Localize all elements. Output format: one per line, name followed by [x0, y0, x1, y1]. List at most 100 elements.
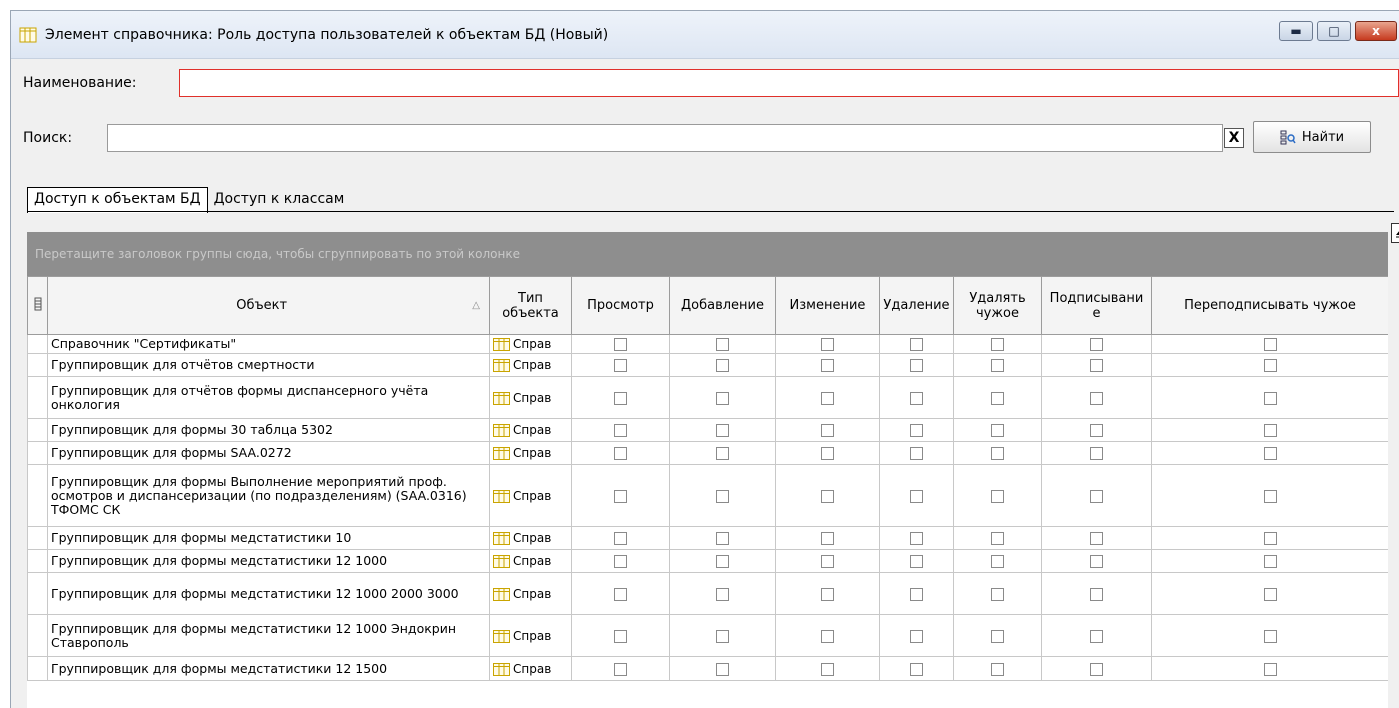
add-checkbox[interactable] — [716, 338, 729, 351]
add-checkbox[interactable] — [716, 587, 729, 601]
column-header-view[interactable]: Просмотр — [571, 276, 670, 335]
column-header-sign[interactable]: Подписывани е — [1041, 276, 1152, 335]
sign-checkbox[interactable] — [1090, 391, 1103, 405]
table-row[interactable]: Группировщик для формы медстатистики 12 … — [27, 656, 1388, 681]
delete-checkbox[interactable] — [910, 359, 923, 372]
column-header-type[interactable]: Тип объекта — [489, 276, 572, 335]
resign-others-checkbox[interactable] — [1263, 662, 1277, 676]
column-header-delete-others[interactable]: Удалять чужое — [953, 276, 1042, 335]
view-checkbox[interactable] — [614, 489, 627, 503]
delete-checkbox[interactable] — [910, 447, 923, 460]
table-row[interactable]: Группировщик для формы медстатистики 12 … — [27, 614, 1388, 657]
object-cell[interactable]: Группировщик для формы медстатистики 12 … — [47, 549, 490, 573]
sign-checkbox[interactable] — [1090, 555, 1103, 568]
table-row[interactable]: Группировщик для формы SAA.0272 Справ — [27, 441, 1388, 465]
row-selector[interactable] — [27, 572, 48, 615]
delete-checkbox[interactable] — [910, 555, 923, 568]
edit-checkbox[interactable] — [821, 532, 834, 545]
view-checkbox[interactable] — [614, 391, 627, 405]
resign-others-checkbox[interactable] — [1263, 532, 1277, 545]
type-cell[interactable]: Справ — [489, 526, 572, 550]
delete-others-checkbox[interactable] — [991, 629, 1004, 643]
resign-others-checkbox[interactable] — [1263, 555, 1277, 568]
edit-checkbox[interactable] — [821, 447, 834, 460]
add-checkbox[interactable] — [716, 629, 729, 643]
tab-classes[interactable]: Доступ к классам — [207, 187, 351, 213]
delete-checkbox[interactable] — [910, 662, 923, 676]
object-cell[interactable]: Группировщик для формы Выполнение меропр… — [47, 464, 490, 527]
add-checkbox[interactable] — [716, 359, 729, 372]
type-cell[interactable]: Справ — [489, 441, 572, 465]
object-cell[interactable]: Группировщик для формы медстатистики 12 … — [47, 572, 490, 615]
add-checkbox[interactable] — [716, 424, 729, 437]
object-cell[interactable]: Группировщик для формы 30 таблца 5302 — [47, 418, 490, 442]
sign-checkbox[interactable] — [1090, 338, 1103, 351]
table-row[interactable]: Группировщик для формы медстатистики 12 … — [27, 549, 1388, 573]
clear-search-button[interactable]: X — [1224, 128, 1244, 148]
sign-checkbox[interactable] — [1090, 489, 1103, 503]
view-checkbox[interactable] — [614, 532, 627, 545]
delete-checkbox[interactable] — [910, 587, 923, 601]
sign-checkbox[interactable] — [1090, 532, 1103, 545]
edit-checkbox[interactable] — [821, 391, 834, 405]
search-input[interactable] — [107, 124, 1223, 152]
delete-others-checkbox[interactable] — [991, 662, 1004, 676]
edit-checkbox[interactable] — [821, 555, 834, 568]
close-button[interactable]: x — [1355, 21, 1397, 41]
add-checkbox[interactable] — [716, 662, 729, 676]
add-checkbox[interactable] — [716, 447, 729, 460]
type-cell[interactable]: Справ — [489, 376, 572, 419]
edit-checkbox[interactable] — [821, 424, 834, 437]
column-header-edit[interactable]: Изменение — [775, 276, 880, 335]
table-row[interactable]: Группировщик для формы медстатистики 10 С… — [27, 526, 1388, 550]
object-cell[interactable]: Группировщик для отчётов смертности — [47, 353, 490, 377]
find-button[interactable]: Найти — [1253, 121, 1371, 153]
resign-others-checkbox[interactable] — [1263, 338, 1277, 351]
group-by-panel[interactable]: Перетащите заголовок группы сюда, чтобы … — [27, 232, 1388, 276]
title-bar[interactable]: Элемент справочника: Роль доступа пользо… — [11, 11, 1399, 59]
delete-others-checkbox[interactable] — [991, 359, 1004, 372]
row-selector[interactable] — [27, 464, 48, 527]
row-selector[interactable] — [27, 376, 48, 419]
edit-checkbox[interactable] — [821, 662, 834, 676]
delete-checkbox[interactable] — [910, 532, 923, 545]
edit-checkbox[interactable] — [821, 338, 834, 351]
table-row[interactable]: Группировщик для формы 30 таблца 5302 Спр… — [27, 418, 1388, 442]
object-cell[interactable]: Группировщик для формы медстатистики 10 — [47, 526, 490, 550]
edit-checkbox[interactable] — [821, 629, 834, 643]
view-checkbox[interactable] — [614, 447, 627, 460]
row-selector[interactable] — [27, 353, 48, 377]
sign-checkbox[interactable] — [1090, 447, 1103, 460]
resign-others-checkbox[interactable] — [1263, 424, 1277, 437]
edit-checkbox[interactable] — [821, 587, 834, 601]
delete-checkbox[interactable] — [910, 391, 923, 405]
row-selector[interactable] — [27, 418, 48, 442]
type-cell[interactable]: Справ — [489, 572, 572, 615]
sign-checkbox[interactable] — [1090, 587, 1103, 601]
type-cell[interactable]: Справ — [489, 656, 572, 681]
resign-others-checkbox[interactable] — [1263, 587, 1277, 601]
scroll-up-button[interactable] — [1391, 223, 1399, 243]
view-checkbox[interactable] — [614, 338, 627, 351]
column-header-delete[interactable]: Удаление — [879, 276, 954, 335]
add-checkbox[interactable] — [716, 555, 729, 568]
delete-checkbox[interactable] — [910, 338, 923, 351]
delete-others-checkbox[interactable] — [991, 391, 1004, 405]
column-header-add[interactable]: Добавление — [669, 276, 776, 335]
row-selector[interactable] — [27, 334, 48, 354]
add-checkbox[interactable] — [716, 391, 729, 405]
view-checkbox[interactable] — [614, 587, 627, 601]
delete-checkbox[interactable] — [910, 629, 923, 643]
view-checkbox[interactable] — [614, 359, 627, 372]
delete-others-checkbox[interactable] — [991, 587, 1004, 601]
table-row[interactable]: Группировщик для формы медстатистики 12 … — [27, 572, 1388, 615]
sign-checkbox[interactable] — [1090, 629, 1103, 643]
type-cell[interactable]: Справ — [489, 418, 572, 442]
table-row[interactable]: Группировщик для отчётов формы диспансер… — [27, 376, 1388, 419]
type-cell[interactable]: Справ — [489, 464, 572, 527]
delete-checkbox[interactable] — [910, 424, 923, 437]
resign-others-checkbox[interactable] — [1263, 447, 1277, 460]
delete-others-checkbox[interactable] — [991, 447, 1004, 460]
view-checkbox[interactable] — [614, 555, 627, 568]
edit-checkbox[interactable] — [821, 359, 834, 372]
